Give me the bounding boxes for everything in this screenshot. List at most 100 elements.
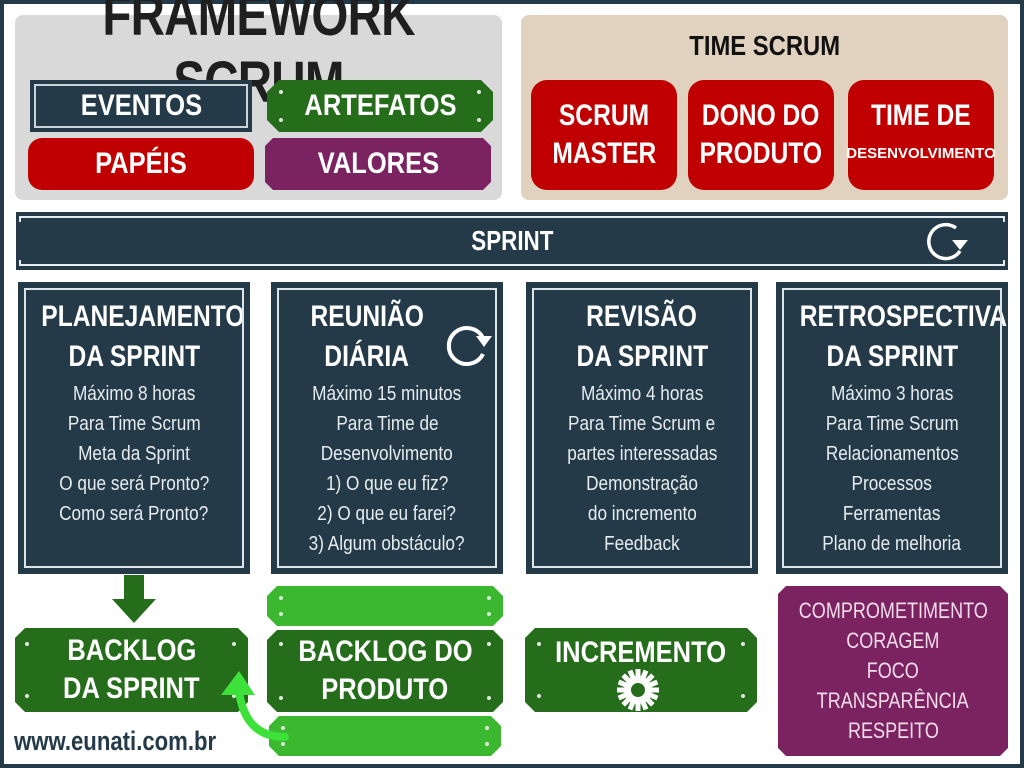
framework-title: FRAMEWORK SCRUM — [102, 0, 415, 115]
sprint-label: SPRINT — [470, 225, 554, 256]
category-label: EVENTOS — [80, 89, 202, 122]
event-detail-line: do incremento — [587, 503, 697, 525]
event-title: REVISÃO — [586, 300, 698, 333]
role-line: PRODUTO — [699, 137, 823, 170]
time-scrum-title: TIME SCRUM — [689, 30, 840, 61]
rivet-dot — [537, 642, 541, 646]
gear-tooth — [635, 669, 641, 677]
event-details: Máximo 3 horas Para Time Scrum Relacioname… — [777, 379, 1007, 559]
category-label: VALORES — [317, 147, 439, 180]
event-detail-line: Ferramentas — [843, 503, 941, 525]
event-details: Máximo 8 horas Para Time Scrum Meta da Spr… — [19, 379, 249, 529]
event-title: REUNIÃO — [310, 300, 424, 333]
event-card-review: REVISÃO DA SPRINT Máximo 4 horas Para Tim… — [526, 282, 758, 574]
website-url: www.eunati.com.br — [14, 726, 217, 756]
value-item: FOCO — [866, 658, 920, 683]
event-title: DIÁRIA — [324, 340, 410, 373]
category-eventos: EVENTOS — [30, 80, 252, 132]
role-scrum-master: SCRUM MASTER — [531, 80, 677, 190]
role-product-owner: DONO DO PRODUTO — [688, 80, 834, 190]
rivet-dot — [279, 118, 283, 122]
category-label: PAPÉIS — [95, 147, 187, 180]
rivet-dot — [477, 118, 481, 122]
rivet-dot — [487, 612, 491, 616]
rivet-dot — [537, 694, 541, 698]
rivet-dot — [25, 694, 29, 698]
rivet-dot — [487, 642, 491, 646]
role-line: DESENVOLVIMENTO — [846, 145, 996, 162]
category-artefatos: ARTEFATOS — [267, 80, 493, 132]
role-line: DONO DO — [702, 99, 820, 132]
event-detail-line: Demonstração — [586, 473, 698, 495]
rivet-dot — [485, 726, 489, 730]
value-item: COMPROMETIMENTO — [798, 598, 988, 623]
event-card-retrospective: RETROSPECTIVA DA SPRINT Máximo 3 horas Pa… — [776, 282, 1008, 574]
event-detail-line: Para Time Scrum — [825, 413, 959, 435]
event-detail-line: Máximo 3 horas — [830, 383, 954, 405]
event-detail-line: Para Time Scrum e — [568, 413, 716, 435]
event-card-planning: PLANEJAMENTO DA SPRINT Máximo 8 horas Par… — [18, 282, 250, 574]
rivet-dot — [741, 642, 745, 646]
event-detail-line: 3) Algum obstáculo? — [309, 533, 465, 555]
event-title: DA SPRINT — [826, 340, 958, 373]
event-detail-line: O que será Pronto? — [58, 473, 210, 495]
role-line: TIME DE — [871, 99, 971, 132]
value-item: CORAGEM — [846, 628, 940, 653]
event-detail-line: Plano de melhoria — [822, 533, 962, 555]
event-detail-line: Meta da Sprint — [78, 443, 190, 465]
event-detail-line: Para Time Scrum — [67, 413, 201, 435]
event-details: Máximo 4 horas Para Time Scrum e partes in… — [527, 379, 757, 559]
artifact-label: BACKLOG — [67, 634, 196, 667]
product-backlog-item — [267, 586, 503, 626]
event-detail-line: 1) O que eu fiz? — [325, 473, 449, 495]
event-title: DA SPRINT — [576, 340, 708, 373]
event-detail-line: Feedback — [604, 533, 680, 555]
gear-icon — [617, 669, 659, 711]
arrow-down-icon — [112, 575, 156, 623]
gear-tooth — [635, 703, 641, 711]
category-label: ARTEFATOS — [303, 89, 457, 122]
event-detail-line: Relacionamentos — [825, 443, 959, 465]
rivet-dot — [487, 596, 491, 600]
rivet-dot — [279, 90, 283, 94]
value-item: TRANSPARÊNCIA — [816, 688, 970, 713]
event-title: PLANEJAMENTO — [41, 300, 245, 333]
event-detail-line: Máximo 4 horas — [580, 383, 704, 405]
artifact-label: INCREMENTO — [555, 636, 727, 669]
rivet-dot — [25, 642, 29, 646]
event-detail-line: Desenvolvimento — [321, 443, 453, 465]
rivet-dot — [232, 642, 236, 646]
event-title: DA SPRINT — [68, 340, 200, 373]
rivet-dot — [477, 90, 481, 94]
event-detail-line: Máximo 15 minutos — [312, 383, 462, 405]
event-details: Máximo 15 minutos Para Time de Desenvolvim… — [272, 379, 502, 559]
event-title: RETROSPECTIVA — [799, 300, 1008, 333]
event-detail-line: Para Time de — [335, 413, 439, 435]
artifact-label: PRODUTO — [321, 673, 449, 706]
artifact-label: DA SPRINT — [63, 672, 200, 705]
product-backlog-item — [269, 716, 501, 756]
event-detail-line: 2) O que eu farei? — [317, 503, 457, 525]
rivet-dot — [279, 612, 283, 616]
event-detail-line: Processos — [851, 473, 933, 495]
gear-tooth — [617, 687, 625, 693]
rivet-dot — [741, 694, 745, 698]
rivet-dot — [279, 596, 283, 600]
cycle-icon — [927, 222, 968, 261]
role-line: SCRUM — [558, 99, 650, 132]
cycle-icon — [446, 326, 492, 366]
values-box: COMPROMETIMENTO CORAGEM FOCO TRANSPARÊNCIA R… — [778, 586, 1008, 756]
event-detail-line: Como será Pronto? — [59, 503, 209, 525]
event-detail-line: Máximo 8 horas — [72, 383, 196, 405]
artifact-product-backlog: BACKLOG DO PRODUTO — [267, 630, 503, 712]
value-item: RESPEITO — [847, 718, 939, 743]
rivet-dot — [485, 742, 489, 746]
role-line: MASTER — [552, 137, 656, 170]
rivet-dot — [279, 642, 283, 646]
event-detail-line: partes interessadas — [566, 443, 718, 465]
artifact-label: BACKLOG DO — [297, 635, 473, 668]
rivet-dot — [487, 696, 491, 700]
role-dev-team: TIME DE DESENVOLVIMENTO — [846, 80, 996, 190]
artifact-sprint-backlog: BACKLOG DA SPRINT — [15, 628, 248, 712]
category-papeis: PAPÉIS — [28, 138, 254, 190]
